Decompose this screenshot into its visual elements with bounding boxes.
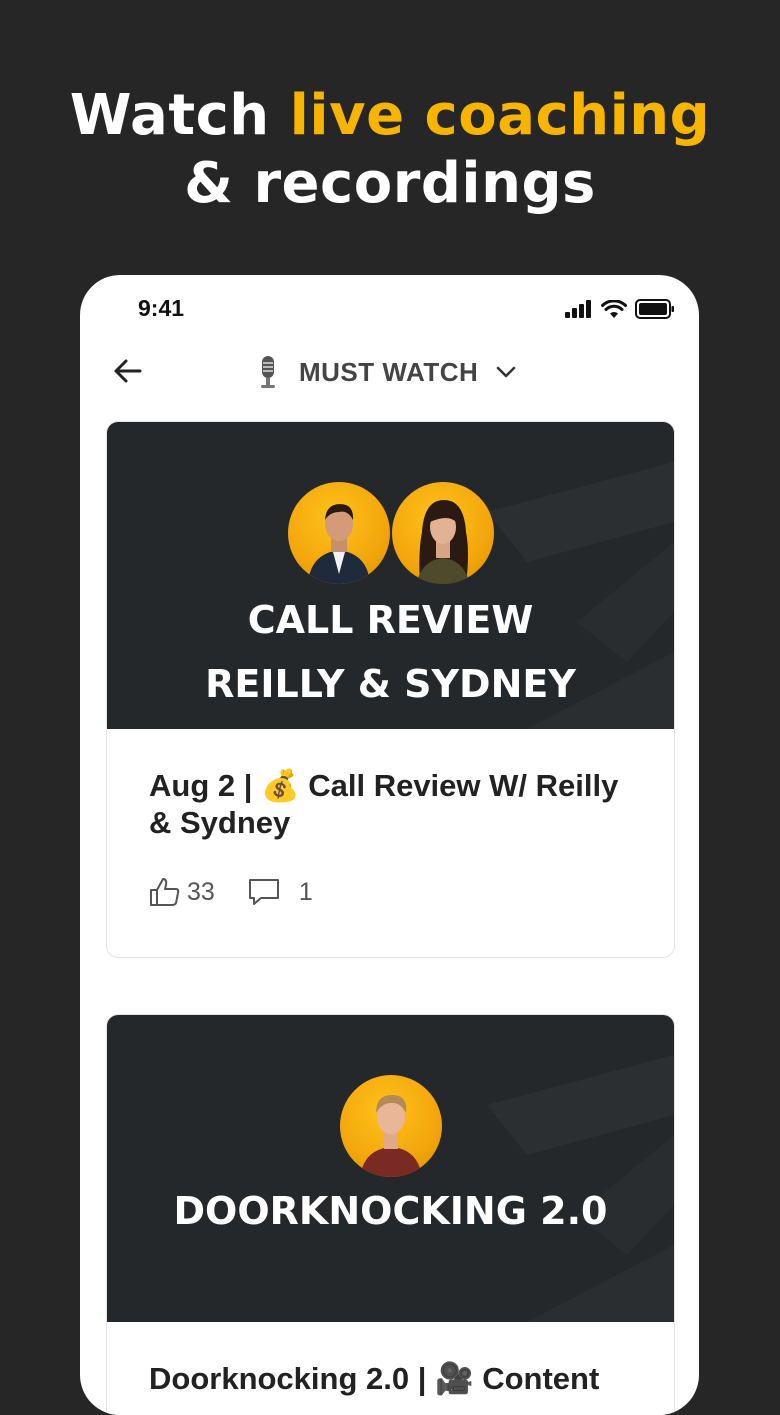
status-time: 9:41 xyxy=(138,295,185,321)
coach-avatar-1 xyxy=(288,482,390,584)
like-button[interactable]: 33 xyxy=(149,877,215,907)
like-count: 33 xyxy=(187,877,215,906)
post-title[interactable]: Aug 2 | 💰 Call Review W/ Reilly & Sydney xyxy=(149,767,632,841)
post-thumbnail[interactable]: DOORKNOCKING 2.0 xyxy=(107,1015,674,1322)
post-body: Doorknocking 2.0 | 🎥 Content xyxy=(107,1322,674,1397)
back-arrow-icon[interactable] xyxy=(110,353,146,389)
post-stats: 33 1 xyxy=(149,877,632,907)
post-card[interactable]: DOORKNOCKING 2.0 Doorknocking 2.0 | 🎥 Co… xyxy=(106,1014,675,1415)
headline-accent: live coaching xyxy=(289,83,711,148)
post-title[interactable]: Doorknocking 2.0 | 🎥 Content xyxy=(149,1360,632,1397)
headline-line2: & recordings xyxy=(184,151,596,216)
status-bar: 9:41 xyxy=(80,275,699,341)
status-icons xyxy=(565,299,675,319)
coach-avatar-2 xyxy=(392,482,494,584)
thumbnail-title-line1: DOORKNOCKING 2.0 xyxy=(173,1189,608,1233)
comment-icon xyxy=(248,879,279,905)
top-navbar: MUST WATCH xyxy=(80,341,699,403)
post-body: Aug 2 | 💰 Call Review W/ Reilly & Sydney… xyxy=(107,729,674,907)
post-card[interactable]: CALL REVIEW REILLY & SYDNEY Aug 2 | 💰 Ca… xyxy=(106,421,675,958)
coach-avatar xyxy=(340,1075,442,1177)
battery-icon xyxy=(635,299,674,319)
phone-frame: 9:41 MUST WATCH CALL REVIEW REILLY & SYD… xyxy=(80,275,699,1415)
promo-headline: Watch live coaching & recordings xyxy=(0,82,780,218)
signal-icon xyxy=(565,300,591,318)
thumbnail-title-line2: REILLY & SYDNEY xyxy=(205,662,576,706)
category-title: MUST WATCH xyxy=(299,356,479,387)
headline-plain: Watch xyxy=(69,83,290,148)
category-selector[interactable]: MUST WATCH xyxy=(255,355,518,389)
comment-count: 1 xyxy=(298,877,313,906)
chevron-down-icon[interactable] xyxy=(494,360,518,384)
thumbs-up-icon xyxy=(150,878,180,906)
microphone-icon xyxy=(261,356,275,388)
wifi-icon xyxy=(601,299,627,318)
comment-button[interactable]: 1 xyxy=(247,877,313,907)
post-thumbnail[interactable]: CALL REVIEW REILLY & SYDNEY xyxy=(107,422,674,729)
thumbnail-title-line1: CALL REVIEW xyxy=(247,598,534,642)
